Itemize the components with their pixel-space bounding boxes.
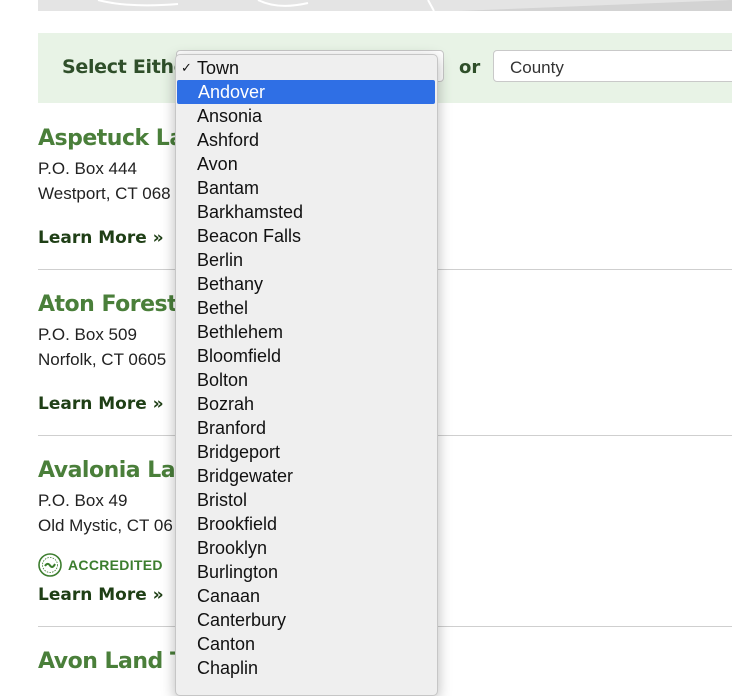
or-label: or xyxy=(459,57,481,78)
dropdown-option[interactable]: Brooklyn xyxy=(176,536,435,560)
dropdown-option[interactable]: Bristol xyxy=(176,488,435,512)
learn-more-link[interactable]: Learn More » xyxy=(38,585,164,605)
dropdown-option[interactable]: Bethlehem xyxy=(176,320,435,344)
dropdown-option[interactable]: Bozrah xyxy=(176,392,435,416)
dropdown-option[interactable]: Bethel xyxy=(176,296,435,320)
dropdown-header-label: Town xyxy=(197,58,240,78)
dropdown-option[interactable]: Beacon Falls xyxy=(176,224,435,248)
accredited-label: ACCREDITED xyxy=(68,557,163,573)
dropdown-option[interactable]: Ashford xyxy=(176,128,435,152)
dropdown-option[interactable]: Bridgewater xyxy=(176,464,435,488)
dropdown-option[interactable]: Berlin xyxy=(176,248,435,272)
county-select[interactable]: County xyxy=(493,50,732,82)
dropdown-option[interactable]: Bolton xyxy=(176,368,435,392)
learn-more-link[interactable]: Learn More » xyxy=(38,228,164,248)
dropdown-header-town[interactable]: ✓ Town xyxy=(176,56,435,80)
entry-address-line: P.O. Box 509 xyxy=(38,325,137,344)
entry-address-line: P.O. Box 49 xyxy=(38,491,128,510)
dropdown-option[interactable]: Bantam xyxy=(176,176,435,200)
entry-address-line: Old Mystic, CT 06 xyxy=(38,516,173,535)
dropdown-option[interactable]: Ansonia xyxy=(176,104,435,128)
accreditation-seal-icon xyxy=(38,553,62,577)
dropdown-option[interactable]: Chaplin xyxy=(176,656,435,680)
entry-address-line: Norfolk, CT 0605 xyxy=(38,350,167,369)
dropdown-option[interactable]: Andover xyxy=(177,80,435,104)
accredited-badge: ACCREDITED xyxy=(38,553,163,577)
entry-address-line: Westport, CT 068 xyxy=(38,184,171,203)
map-graphic xyxy=(38,0,732,11)
dropdown-option[interactable]: Bethany xyxy=(176,272,435,296)
town-dropdown-menu[interactable]: ✓ Town Andover Ansonia Ashford Avon Bantam Ba… xyxy=(175,54,438,696)
dropdown-option[interactable]: Canaan xyxy=(176,584,435,608)
dropdown-option[interactable]: Canton xyxy=(176,632,435,656)
dropdown-option[interactable]: Canterbury xyxy=(176,608,435,632)
dropdown-option[interactable]: Bloomfield xyxy=(176,344,435,368)
map-strip xyxy=(38,0,732,11)
checkmark-icon: ✓ xyxy=(181,60,192,75)
dropdown-option[interactable]: Bridgeport xyxy=(176,440,435,464)
dropdown-option[interactable]: Avon xyxy=(176,152,435,176)
dropdown-option[interactable]: Branford xyxy=(176,416,435,440)
entry-address-line: P.O. Box 444 xyxy=(38,159,137,178)
learn-more-link[interactable]: Learn More » xyxy=(38,394,164,414)
dropdown-option[interactable]: Barkhamsted xyxy=(176,200,435,224)
dropdown-option[interactable]: Burlington xyxy=(176,560,435,584)
dropdown-option[interactable]: Brookfield xyxy=(176,512,435,536)
